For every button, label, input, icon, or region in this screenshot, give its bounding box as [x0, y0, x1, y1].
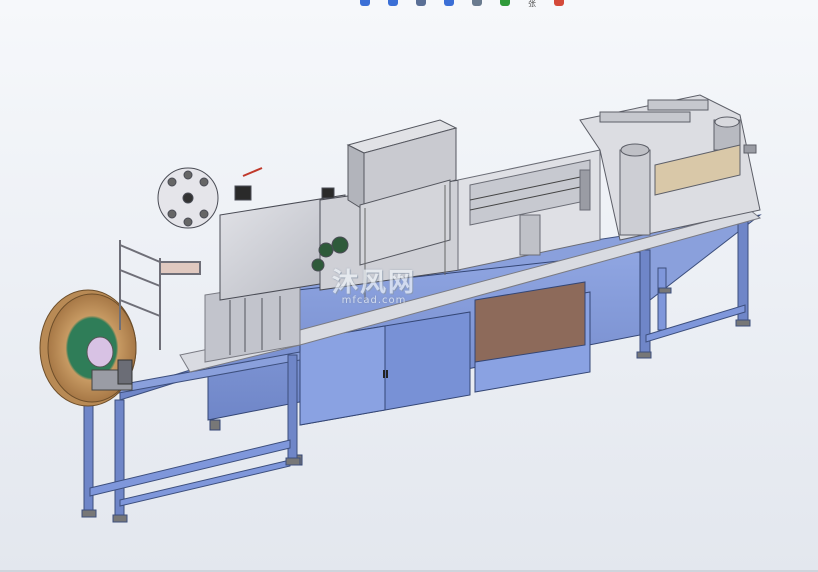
material-roll — [39, 289, 137, 407]
cad-viewport[interactable] — [0, 0, 818, 572]
